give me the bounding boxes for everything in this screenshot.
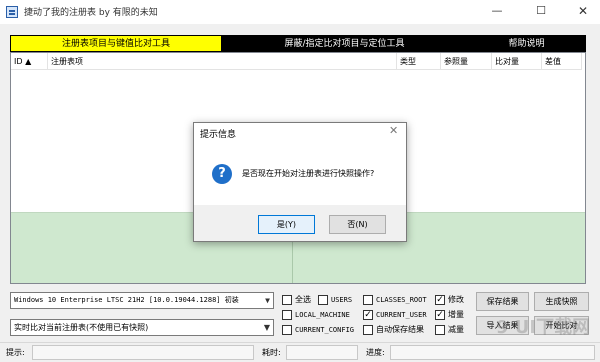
status-hint-value xyxy=(32,345,254,360)
snapshot-select[interactable]: Windows 10 Enterprise LTSC 21H2 [10.0.19… xyxy=(10,292,274,309)
status-time-value xyxy=(286,345,358,360)
tab-help[interactable]: 帮助说明 xyxy=(467,35,586,52)
tab-filter-locate[interactable]: 屏蔽/指定比对项目与定位工具 xyxy=(222,35,467,52)
status-hint-label: 提示: xyxy=(6,348,25,357)
checkbox-label: CLASSES_ROOT xyxy=(376,296,427,304)
column-header-difference[interactable]: 差值 xyxy=(542,53,582,70)
status-progress-label: 进度: xyxy=(366,348,385,357)
checkbox-label: LOCAL_MACHINE xyxy=(295,311,350,319)
confirm-dialog: 提示信息 ✕ ? 是否现在开始对注册表进行快照操作? 是(Y) 否(N) xyxy=(193,122,407,242)
checkbox-box[interactable] xyxy=(363,325,373,335)
checkbox-label: 修改 xyxy=(448,295,464,304)
column-header-type[interactable]: 类型 xyxy=(397,53,441,70)
app-icon xyxy=(6,6,18,18)
checkbox-label: CURRENT_CONFIG xyxy=(295,326,355,334)
checkbox-label: 自动保存结果 xyxy=(376,325,424,334)
save-result-button[interactable]: 保存结果 xyxy=(476,292,529,311)
watermark: 9 UI下载网 xyxy=(496,317,591,338)
checkbox-current-config[interactable]: CURRENT_CONFIG xyxy=(282,324,364,337)
status-time-label: 耗时: xyxy=(262,348,281,357)
checkbox-label: 减量 xyxy=(448,325,464,334)
checkbox-box[interactable] xyxy=(282,310,292,320)
tab-registry-compare[interactable]: 注册表项目与键值比对工具 xyxy=(10,35,222,52)
minimize-button[interactable]: — xyxy=(480,0,514,24)
checkbox-box[interactable] xyxy=(363,295,373,305)
checkbox-box[interactable] xyxy=(282,295,292,305)
column-header-registry-key[interactable]: 注册表项 xyxy=(48,53,397,70)
column-header-id[interactable]: ID ▲ xyxy=(11,53,48,70)
checkbox-box[interactable] xyxy=(282,325,292,335)
dialog-no-button[interactable]: 否(N) xyxy=(329,215,386,234)
create-snapshot-button[interactable]: 生成快照 xyxy=(534,292,589,311)
checkbox-local-machine[interactable]: LOCAL_MACHINE xyxy=(282,309,360,322)
dialog-message: 是否现在开始对注册表进行快照操作? xyxy=(242,169,375,178)
close-button[interactable]: ✕ xyxy=(566,0,600,24)
checkbox-label: USERS xyxy=(331,296,353,304)
checkbox-auto-save[interactable]: 自动保存结果 xyxy=(363,324,435,337)
compare-mode-value: 实时比对当前注册表(不使用已有快照) xyxy=(14,323,149,332)
checkbox-decrease[interactable]: 减量 xyxy=(435,324,475,337)
window-title: 捷动了我的注册表 by 有限的未知 xyxy=(24,8,158,18)
question-icon: ? xyxy=(212,164,232,184)
dialog-title: 提示信息 xyxy=(200,130,237,140)
snapshot-select-value: Windows 10 Enterprise LTSC 21H2 [10.0.19… xyxy=(14,296,239,304)
checkbox-label: 增量 xyxy=(448,310,464,319)
checkbox-label: CURRENT_USER xyxy=(376,311,427,319)
checkbox-label: 全选 xyxy=(295,295,311,304)
chevron-down-icon: ▼ xyxy=(265,296,270,305)
dialog-close-icon[interactable]: ✕ xyxy=(389,124,398,137)
checkbox-box[interactable]: ✓ xyxy=(363,310,373,320)
checkbox-users[interactable]: USERS xyxy=(318,294,364,307)
checkbox-modify[interactable]: ✓ 修改 xyxy=(435,294,475,307)
status-bar: 提示: 耗时: 进度: xyxy=(0,342,600,362)
chevron-down-icon: ▼ xyxy=(263,323,270,332)
checkbox-box[interactable]: ✓ xyxy=(435,295,445,305)
dialog-yes-button[interactable]: 是(Y) xyxy=(258,215,315,234)
checkbox-box[interactable]: ✓ xyxy=(435,310,445,320)
checkbox-box[interactable] xyxy=(435,325,445,335)
maximize-button[interactable]: ☐ xyxy=(524,0,558,24)
checkbox-increase[interactable]: ✓ 增量 xyxy=(435,309,475,322)
checkbox-classes-root[interactable]: CLASSES_ROOT xyxy=(363,294,443,307)
status-progress-bar xyxy=(390,345,595,360)
title-bar: 捷动了我的注册表 by 有限的未知 — ☐ ✕ xyxy=(0,0,600,24)
compare-mode-select[interactable]: 实时比对当前注册表(不使用已有快照) ▼ xyxy=(10,319,274,336)
checkbox-current-user[interactable]: ✓ CURRENT_USER xyxy=(363,309,437,322)
column-header-reference[interactable]: 参照量 xyxy=(441,53,492,70)
checkbox-box[interactable] xyxy=(318,295,328,305)
column-header-compare[interactable]: 比对量 xyxy=(492,53,542,70)
